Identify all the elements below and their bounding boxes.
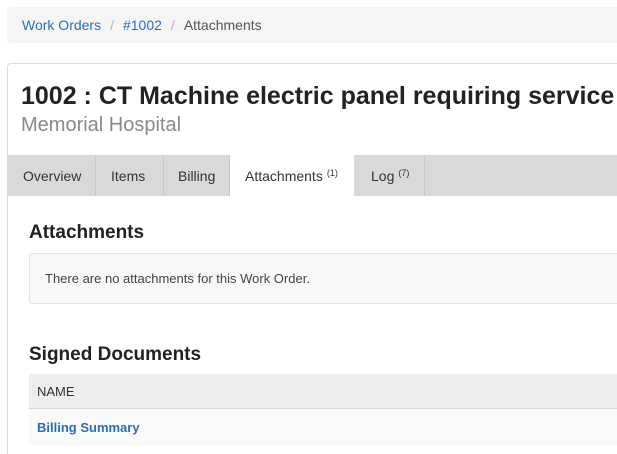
customer-name: Memorial Hospital (21, 114, 182, 136)
billing-summary-link[interactable]: Billing Summary (37, 420, 140, 435)
tab-bar: Overview Items Billing Attachments (1) L… (8, 155, 617, 196)
table-row: Billing Summary (29, 409, 617, 445)
tab-overview[interactable]: Overview (8, 155, 96, 196)
breadcrumb-separator: / (170, 17, 175, 33)
tab-label: Items (111, 167, 146, 184)
breadcrumb-separator: / (110, 17, 114, 33)
tab-label: Attachments (245, 167, 323, 184)
breadcrumb-current: Attachments (183, 17, 262, 33)
breadcrumb-work-orders-link[interactable]: Work Orders (22, 17, 101, 33)
tab-count: (1) (326, 167, 338, 178)
signed-documents-table: NAME Billing Summary (29, 374, 617, 445)
attachments-heading: Attachments (29, 222, 145, 243)
column-header-name: NAME (37, 383, 75, 399)
breadcrumb: Work Orders / #1002 / Attachments (7, 7, 617, 43)
tab-items[interactable]: Items (96, 155, 164, 196)
attachments-empty-message: There are no attachments for this Work O… (45, 271, 310, 286)
work-order-panel: 1002 : CT Machine electric panel requiri… (7, 63, 617, 454)
page-title: 1002 : CT Machine electric panel requiri… (21, 82, 615, 110)
tab-attachments[interactable]: Attachments (1) (230, 155, 355, 196)
tab-billing[interactable]: Billing (164, 155, 230, 196)
tab-label: Log (371, 167, 395, 184)
table-header: NAME (29, 374, 617, 409)
tab-count: (7) (398, 167, 410, 178)
attachments-empty-notice: There are no attachments for this Work O… (29, 253, 617, 304)
tab-log[interactable]: Log (7) (355, 155, 425, 196)
tab-label: Billing (178, 167, 216, 184)
signed-documents-heading: Signed Documents (29, 344, 202, 365)
tab-label: Overview (23, 167, 82, 184)
breadcrumb-work-order-link[interactable]: #1002 (123, 17, 162, 33)
